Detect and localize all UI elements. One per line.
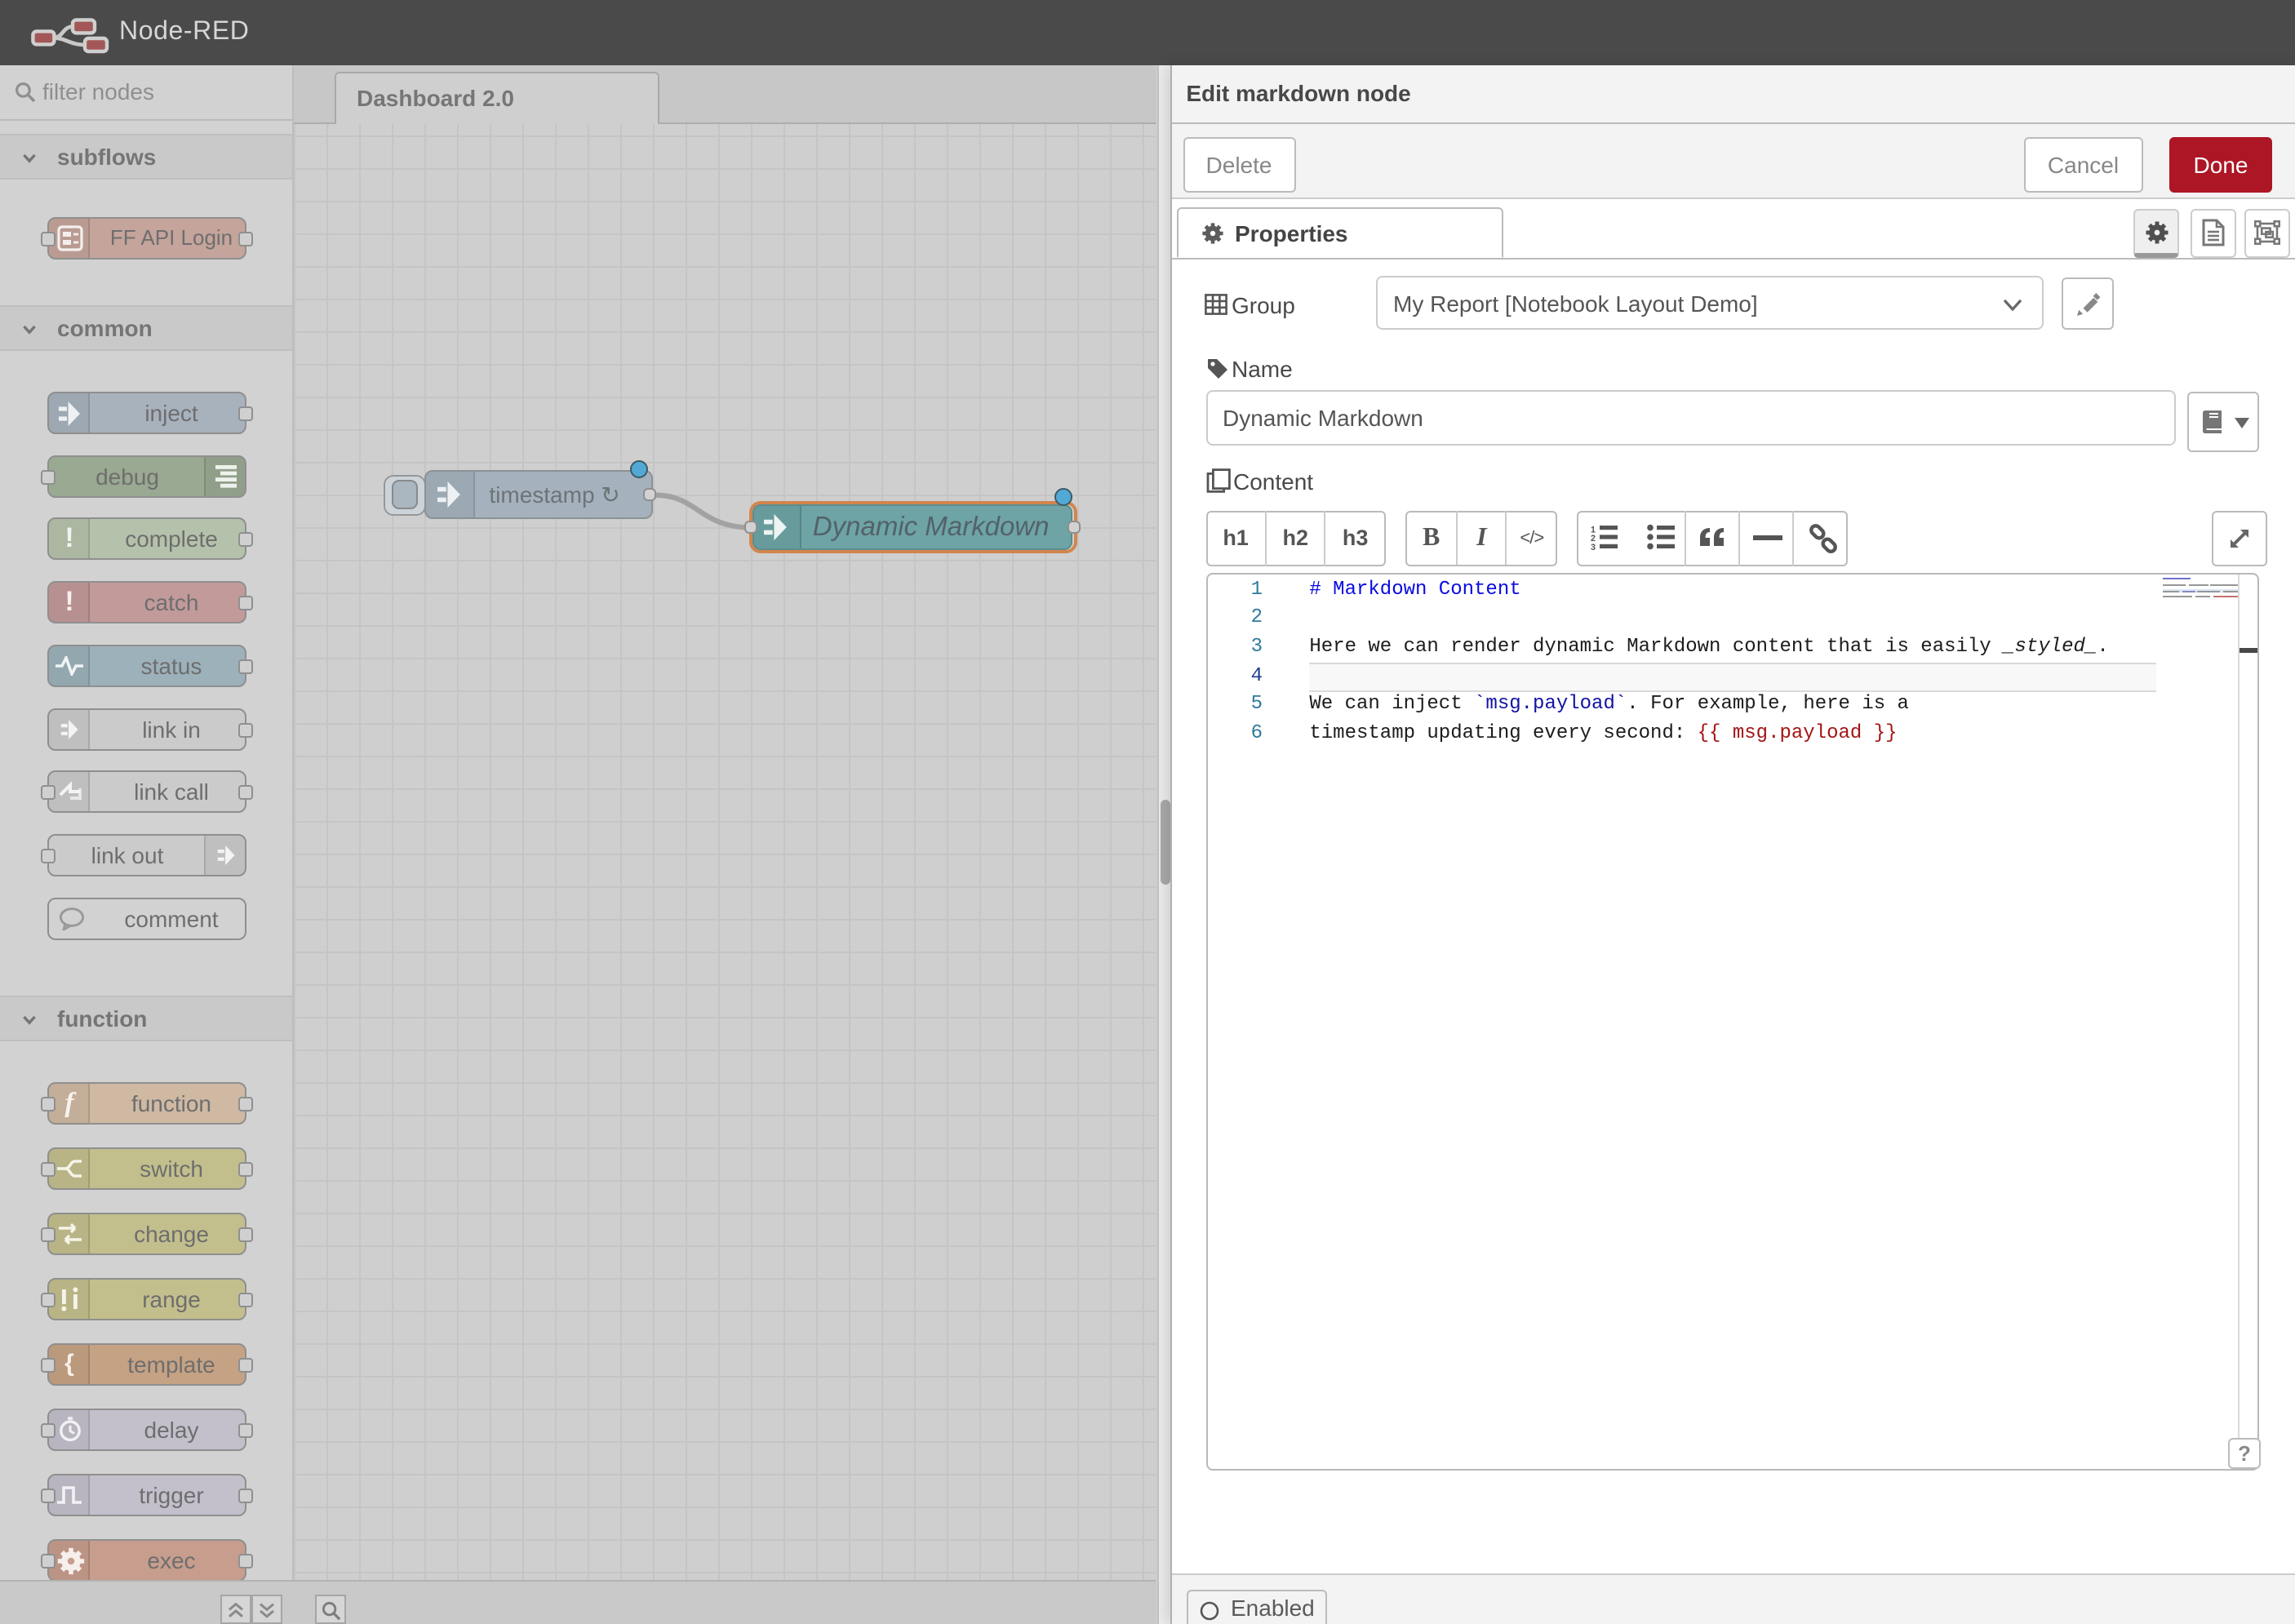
svg-text:3: 3 xyxy=(1591,543,1596,550)
